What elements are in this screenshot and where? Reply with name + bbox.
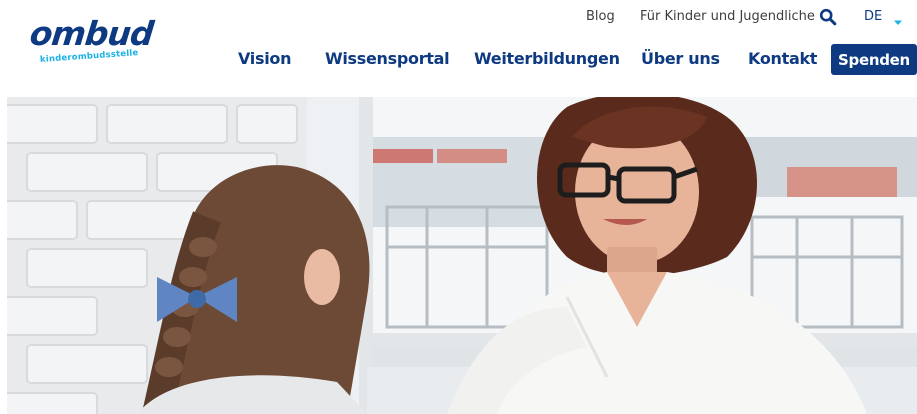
nav-item-wissensportal[interactable]: Wissensportal <box>325 49 450 68</box>
nav-item-weiterbildungen[interactable]: Weiterbildungen <box>474 49 620 68</box>
language-selector[interactable]: DE <box>864 9 882 24</box>
caret-down-icon[interactable] <box>893 12 903 25</box>
utility-link-kids[interactable]: Für Kinder und Jugendliche <box>640 9 815 24</box>
hero-image <box>7 97 917 414</box>
utility-link-blog[interactable]: Blog <box>586 9 615 24</box>
donate-button[interactable]: Spenden <box>831 44 917 75</box>
nav-item-vision[interactable]: Vision <box>238 49 291 68</box>
nav-item-kontakt[interactable]: Kontakt <box>748 49 817 68</box>
site-header: ombud kinderombudsstelle Blog Für Kinder… <box>0 0 917 96</box>
search-icon[interactable] <box>819 8 837 26</box>
site-logo[interactable]: ombud kinderombudsstelle <box>28 14 155 72</box>
nav-item-ueber-uns[interactable]: Über uns <box>641 49 720 68</box>
